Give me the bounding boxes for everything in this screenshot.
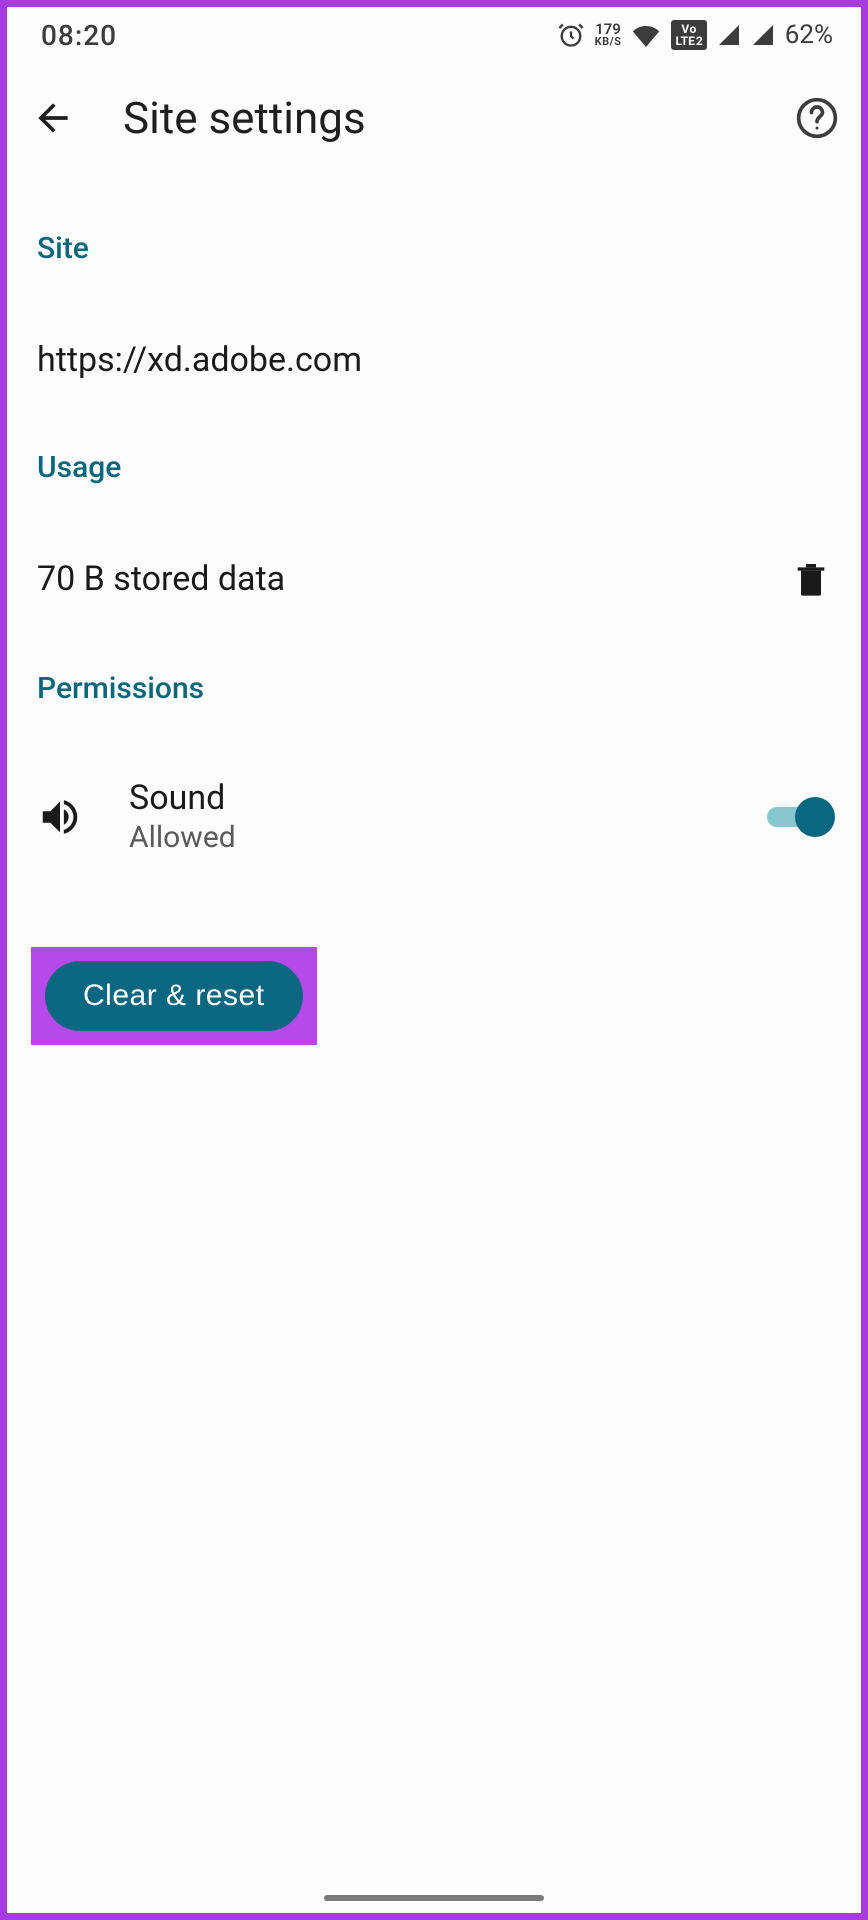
toggle-thumb — [795, 797, 835, 837]
delete-data-button[interactable] — [791, 557, 831, 601]
permission-status: Allowed — [129, 820, 721, 855]
page-title: Site settings — [123, 92, 747, 144]
back-button[interactable] — [31, 96, 75, 140]
wifi-icon — [631, 23, 661, 47]
section-header-usage: Usage — [37, 450, 831, 485]
permission-labels: Sound Allowed — [129, 778, 721, 855]
signal-icon-1 — [717, 23, 741, 47]
status-bar: 08:20 179 KB/S Vo LTE2 — [7, 7, 861, 63]
section-header-site: Site — [37, 231, 831, 266]
clear-reset-button[interactable]: Clear & reset — [45, 961, 303, 1031]
section-header-permissions: Permissions — [37, 671, 831, 706]
home-indicator-area — [7, 1883, 861, 1913]
status-time: 08:20 — [41, 19, 117, 52]
help-button[interactable] — [795, 96, 839, 140]
usage-row: 70 B stored data — [37, 557, 831, 601]
usage-text: 70 B stored data — [37, 559, 285, 599]
sound-icon — [37, 794, 83, 840]
battery-percentage: 62% — [785, 20, 833, 50]
app-bar: Site settings — [7, 63, 861, 173]
volte-badge: Vo LTE2 — [671, 20, 706, 50]
content-area: Site https://xd.adobe.com Usage 70 B sto… — [7, 173, 861, 1883]
network-speed-indicator: 179 KB/S — [595, 23, 622, 46]
permission-title: Sound — [129, 778, 721, 818]
sound-toggle[interactable] — [767, 797, 831, 837]
status-icons-group: 179 KB/S Vo LTE2 62% — [557, 20, 833, 50]
home-indicator-bar[interactable] — [324, 1895, 544, 1901]
permission-sound-row[interactable]: Sound Allowed — [37, 778, 831, 855]
highlight-annotation: Clear & reset — [31, 947, 317, 1045]
alarm-icon — [557, 21, 585, 49]
site-url[interactable]: https://xd.adobe.com — [37, 340, 831, 380]
speed-unit: KB/S — [595, 37, 622, 47]
signal-icon-2 — [751, 23, 775, 47]
